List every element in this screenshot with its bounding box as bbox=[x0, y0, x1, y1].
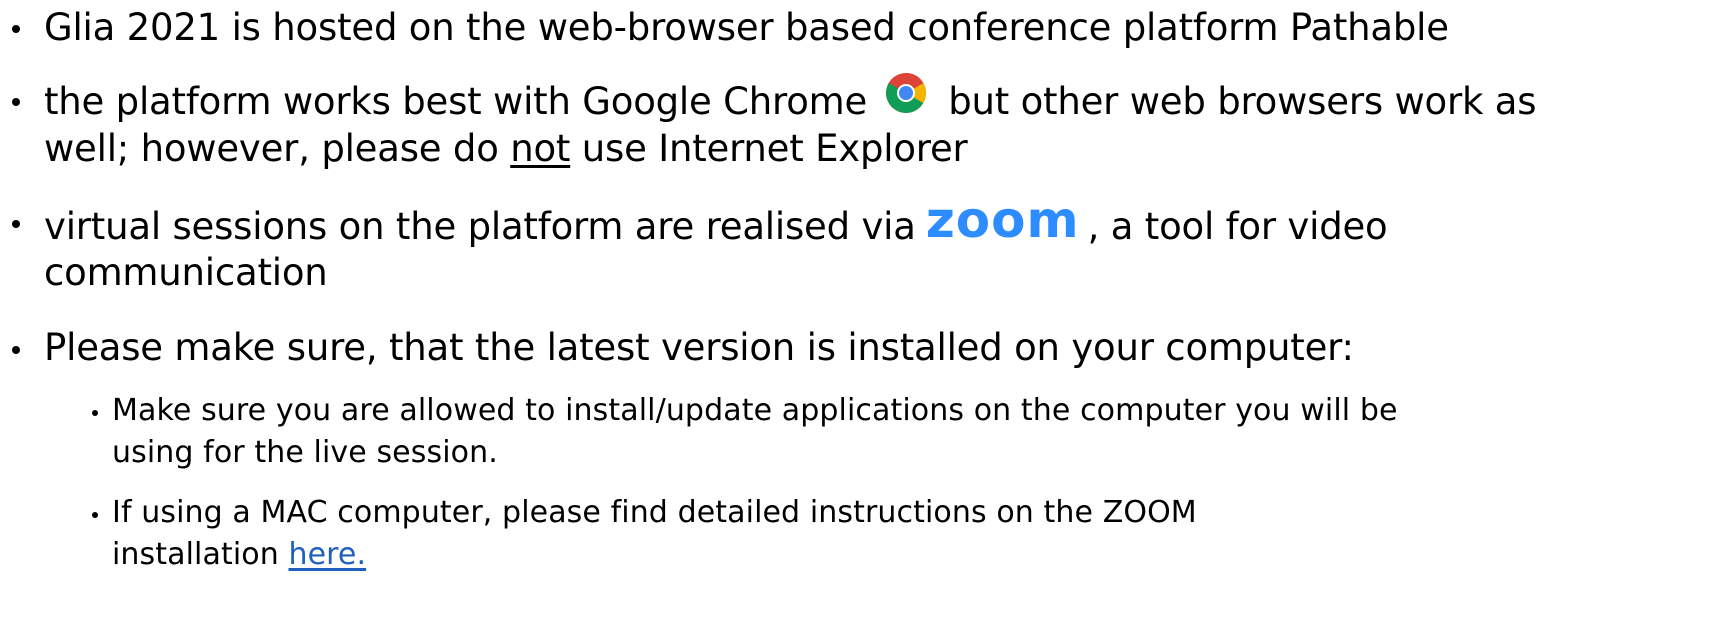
bullet-marker bbox=[12, 25, 20, 33]
sub-bullet-2-line-1: If using a MAC computer, please find det… bbox=[112, 495, 1197, 530]
sub-bullet-marker bbox=[92, 512, 98, 518]
bullet-marker bbox=[12, 346, 20, 354]
bullet-3-line-2: communication bbox=[44, 251, 328, 294]
bullet-1-text: Glia 2021 is hosted on the web-browser b… bbox=[44, 6, 1449, 49]
bullet-marker bbox=[12, 98, 20, 106]
emphasis-not: not bbox=[510, 127, 571, 170]
bullet-2-text-d: use Internet Explorer bbox=[570, 127, 968, 170]
sub-bullet-2-line-2: installation here. bbox=[112, 534, 366, 576]
zoom-install-link[interactable]: here. bbox=[288, 537, 366, 572]
bullet-marker bbox=[12, 220, 20, 228]
zoom-logo-icon: zoom bbox=[925, 191, 1080, 249]
bullet-2-line-1: the platform works best with Google Chro… bbox=[44, 73, 1537, 131]
bullet-2-text-c: well; however, please do bbox=[44, 127, 511, 170]
bullet-3-line-1: virtual sessions on the platform are rea… bbox=[44, 191, 1388, 252]
sub-bullet-marker bbox=[92, 410, 98, 416]
bullet-2-line-2: well; however, please do not use Interne… bbox=[44, 124, 968, 174]
bullet-2-text-b: but other web browsers work as bbox=[948, 80, 1537, 123]
bullet-2-text-a: the platform works best with Google Chro… bbox=[44, 80, 868, 123]
bullet-3-text-b: , a tool for video bbox=[1087, 205, 1388, 248]
sub-bullet-2-text: installation bbox=[112, 537, 289, 572]
bullet-4-text: Please make sure, that the latest versio… bbox=[44, 326, 1354, 369]
google-chrome-icon bbox=[885, 72, 927, 127]
sub-bullet-1-line-2: using for the live session. bbox=[112, 435, 498, 470]
bullet-3-text-a: virtual sessions on the platform are rea… bbox=[44, 205, 916, 248]
slide-content: Glia 2021 is hosted on the web-browser b… bbox=[0, 0, 1713, 627]
sub-bullet-1-line-1: Make sure you are allowed to install/upd… bbox=[112, 393, 1398, 428]
